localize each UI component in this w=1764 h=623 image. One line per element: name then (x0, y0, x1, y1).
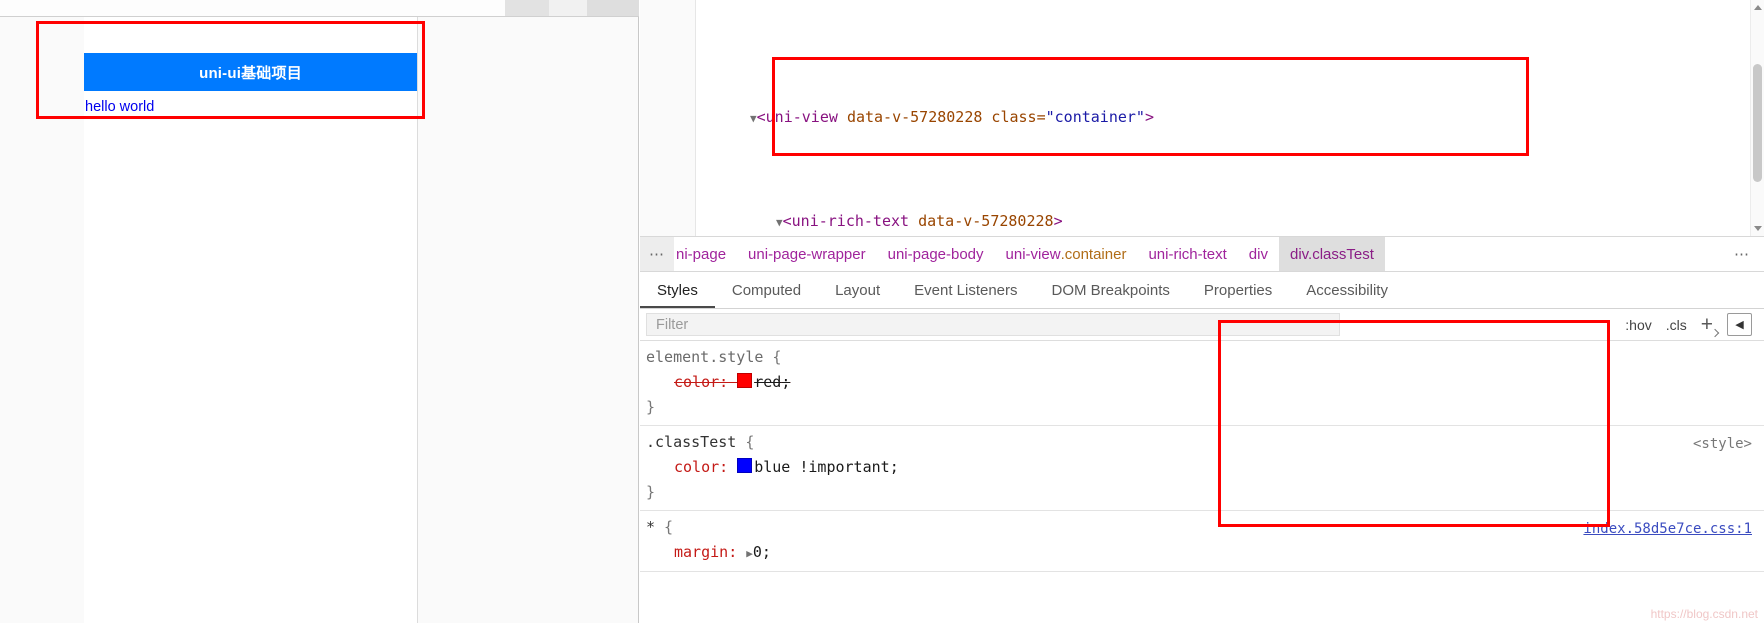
tab-properties[interactable]: Properties (1187, 272, 1289, 308)
scrollbar-thumb[interactable] (1753, 64, 1762, 182)
toolbar-segment-a (505, 0, 550, 16)
brace-open: { (763, 348, 782, 366)
tab-event-listeners[interactable]: Event Listeners (897, 272, 1034, 308)
brace-close: } (646, 483, 656, 501)
breadcrumb-tag: uni-view (1005, 245, 1061, 263)
property-value[interactable]: 0 (753, 543, 762, 561)
dom-tag-open: <uni-view (756, 108, 847, 126)
dom-tag-close-bracket: > (1144, 108, 1154, 126)
dom-attr-name-class: class= (982, 108, 1046, 126)
scroll-down-arrow-icon[interactable] (1754, 226, 1762, 231)
property-value[interactable]: red (754, 373, 781, 391)
breadcrumb-item-uni-page[interactable]: ni-page (674, 237, 737, 271)
property-name[interactable]: color (674, 373, 719, 391)
semicolon: ; (761, 543, 771, 561)
devtools-panel: ▼<uni-view data-v-57280228 class="contai… (640, 0, 1764, 623)
styles-filter-bar: Filter :hov .cls + ◀ (640, 309, 1764, 341)
toolbar-segment-address (0, 0, 506, 16)
breadcrumb-item-div-classtest[interactable]: div.classTest (1278, 237, 1385, 271)
scroll-up-arrow-icon[interactable] (1754, 5, 1762, 10)
breadcrumb-item-uni-view-container[interactable]: uni-view .container (995, 237, 1138, 271)
breadcrumb-overflow-icon[interactable]: ⋯ (640, 237, 674, 271)
breadcrumb-item-div[interactable]: div (1238, 237, 1279, 271)
hov-toggle-button[interactable]: :hov (1625, 317, 1651, 333)
selector-universal[interactable]: * (646, 518, 655, 536)
new-style-rule-button[interactable]: + (1701, 314, 1713, 335)
dom-row-uni-rich-text[interactable]: ▼<uni-rich-text data-v-57280228> (640, 208, 1764, 234)
styles-filter-actions: :hov .cls + ◀ (1625, 313, 1764, 336)
tab-styles[interactable]: Styles (640, 272, 715, 308)
style-rule-universal[interactable]: index.58d5e7ce.css:1 * { margin: ▶0; (640, 511, 1764, 572)
sidebar-tab-bar[interactable]: Styles Computed Layout Event Listeners D… (640, 272, 1764, 309)
colon: : (719, 373, 738, 391)
semicolon: ; (889, 458, 899, 476)
style-rule-selector-line: element.style { (646, 345, 1764, 370)
watermark-text: https://blog.csdn.net (1650, 607, 1758, 621)
rendered-page: uni-ui基础项目 hello world (84, 17, 418, 623)
dom-breadcrumb-bar[interactable]: ⋯ ni-page uni-page-wrapper uni-page-body… (640, 236, 1764, 272)
declaration-color-blue[interactable]: color: blue !important; (646, 455, 1764, 480)
twisty-icon[interactable]: ▼ (776, 216, 783, 229)
tab-accessibility[interactable]: Accessibility (1289, 272, 1405, 308)
breadcrumb-tail-overflow-icon[interactable]: ⋯ (1720, 245, 1764, 263)
property-name[interactable]: margin (674, 543, 728, 561)
toolbar-segment-c (587, 0, 639, 16)
dom-attr-name: data-v-57280228 (918, 212, 1054, 230)
browser-toolbar-strip (0, 0, 639, 17)
styles-rules-list[interactable]: element.style { color: red; } <style> .c… (640, 341, 1764, 623)
colon: : (719, 458, 738, 476)
cls-toggle-button[interactable]: .cls (1666, 317, 1687, 333)
rule-origin-stylesheet-link[interactable]: index.58d5e7ce.css:1 (1583, 517, 1752, 542)
tab-layout[interactable]: Layout (818, 272, 897, 308)
brace-open: { (736, 433, 755, 451)
color-swatch-blue[interactable] (737, 458, 753, 473)
dom-attr-value: "container" (1045, 108, 1145, 126)
dom-tag-open: <uni-rich-text (782, 212, 919, 230)
style-rule-classtest[interactable]: <style> .classTest { color: blue !import… (640, 426, 1764, 511)
page-header-title: uni-ui基础项目 (84, 53, 417, 91)
breadcrumb-item-uni-page-wrapper[interactable]: uni-page-wrapper (737, 237, 877, 271)
declaration-color-red[interactable]: color: red; (646, 370, 1764, 395)
semicolon: ; (781, 373, 791, 391)
tab-computed[interactable]: Computed (715, 272, 818, 308)
styles-filter-input[interactable]: Filter (646, 313, 1340, 336)
property-value[interactable]: blue !important (754, 458, 889, 476)
property-name[interactable]: color (674, 458, 719, 476)
toggle-computed-sidebar-icon[interactable]: ◀ (1727, 313, 1752, 336)
breadcrumb-class: .container (1060, 245, 1127, 263)
dom-tree-scrollbar[interactable] (1750, 0, 1764, 236)
style-rule-element-style[interactable]: element.style { color: red; } (640, 341, 1764, 426)
color-swatch-red[interactable] (737, 373, 753, 388)
dom-attr-name: data-v-57280228 (846, 108, 983, 126)
dom-tag-close-bracket: > (1053, 212, 1063, 230)
brace-open: { (655, 518, 674, 536)
rule-origin-style-tag[interactable]: <style> (1693, 432, 1752, 457)
rich-text-hello-world: hello world (85, 99, 155, 115)
style-rule-selector-line: .classTest { (646, 430, 1764, 455)
browser-viewport-pane: uni-ui基础项目 hello world (0, 0, 639, 623)
breadcrumb-item-uni-page-body[interactable]: uni-page-body (877, 237, 995, 271)
expand-shorthand-icon[interactable]: ▶ (746, 547, 753, 560)
declaration-margin[interactable]: margin: ▶0; (646, 540, 1764, 566)
tab-dom-breakpoints[interactable]: DOM Breakpoints (1035, 272, 1187, 308)
app-canvas: uni-ui基础项目 hello world (0, 17, 638, 623)
breadcrumb-item-uni-rich-text[interactable]: uni-rich-text (1137, 237, 1237, 271)
brace-close: } (646, 398, 656, 416)
colon: : (728, 543, 747, 561)
selector-element-style[interactable]: element.style (646, 348, 763, 366)
twisty-icon[interactable]: ▼ (750, 112, 757, 125)
selector-classtest[interactable]: .classTest (646, 433, 736, 451)
dom-tree-view[interactable]: ▼<uni-view data-v-57280228 class="contai… (640, 0, 1764, 236)
dom-row-uni-view[interactable]: ▼<uni-view data-v-57280228 class="contai… (640, 104, 1764, 130)
toolbar-segment-b (549, 0, 588, 16)
